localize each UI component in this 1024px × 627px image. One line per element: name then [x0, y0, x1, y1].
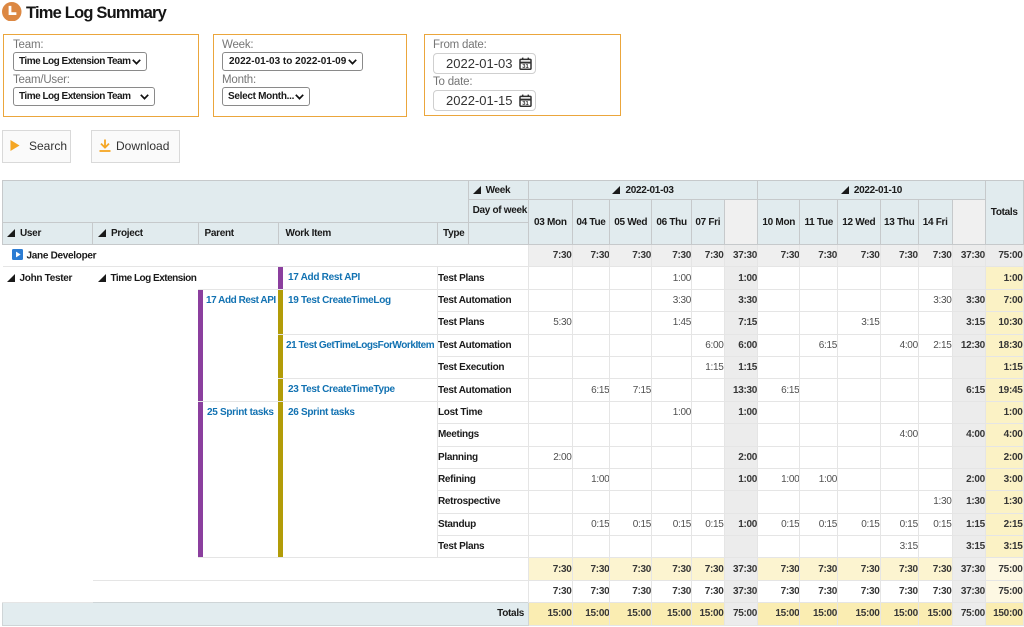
svg-text:31: 31: [522, 64, 529, 70]
svg-text:31: 31: [522, 101, 529, 107]
